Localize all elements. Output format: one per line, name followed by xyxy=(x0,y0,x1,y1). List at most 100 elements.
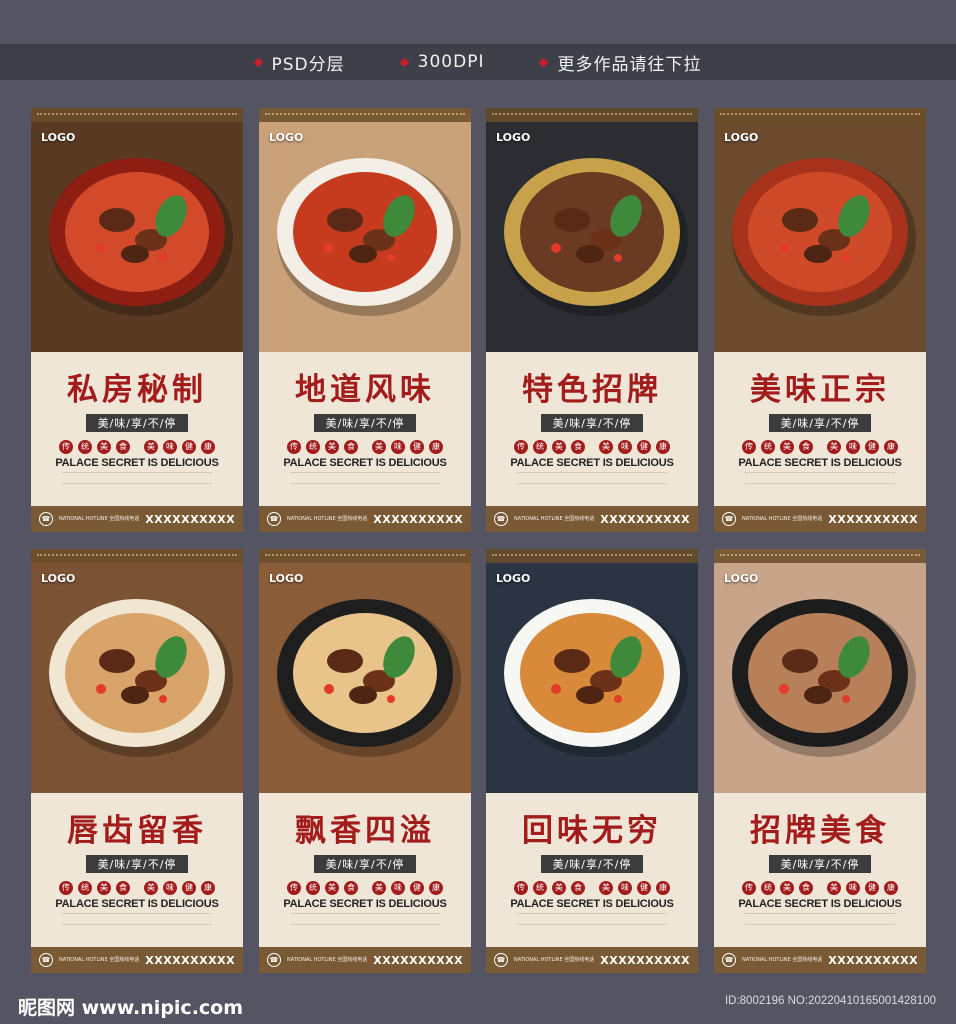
hotline-label: NATIONAL HOTLINE 全国热线电话 xyxy=(58,516,140,522)
info-item: PSD分层 xyxy=(253,50,345,75)
badge-row: 传统美食美味健康 xyxy=(259,881,471,895)
badge-char: 健 xyxy=(865,440,879,454)
info-text: PSD分层 xyxy=(271,54,345,75)
logo-text: LOGO xyxy=(41,131,76,144)
badge-row: 传统美食美味健康 xyxy=(259,440,471,454)
logo-text: LOGO xyxy=(496,131,531,144)
logo-text: LOGO xyxy=(724,572,759,585)
phone-icon: ☎ xyxy=(266,512,281,526)
poster-footer: ☎ NATIONAL HOTLINE 全国热线电话 XXXXXXXXXX xyxy=(486,947,698,973)
fine-print-lines xyxy=(290,913,440,925)
badge-char: 康 xyxy=(201,881,215,895)
poster-title: 特色招牌 xyxy=(522,372,662,408)
hotline-label: NATIONAL HOTLINE 全国热线电话 xyxy=(286,516,368,522)
english-slogan: PALACE SECRET IS DELICIOUS xyxy=(55,898,219,910)
decorative-border xyxy=(31,549,243,563)
hotline-label: NATIONAL HOTLINE 全国热线电话 xyxy=(513,957,595,963)
english-slogan: PALACE SECRET IS DELICIOUS xyxy=(510,457,674,469)
badge-char: 美 xyxy=(552,881,566,895)
phone-icon: ☎ xyxy=(493,512,508,526)
badge-char: 传 xyxy=(59,881,73,895)
english-slogan: PALACE SECRET IS DELICIOUS xyxy=(55,457,219,469)
badge-char: 传 xyxy=(287,881,301,895)
badge-char: 味 xyxy=(163,440,177,454)
badge-char: 康 xyxy=(201,440,215,454)
decorative-border xyxy=(259,108,471,122)
badge-char: 美 xyxy=(144,440,158,454)
badge-row: 传统美食美味健康 xyxy=(486,440,698,454)
phone-number: XXXXXXXXXX xyxy=(828,512,919,526)
phone-number: XXXXXXXXXX xyxy=(828,953,919,967)
poster-subtitle: 美/味/享/不/停 xyxy=(540,414,644,432)
badge-char: 美 xyxy=(372,881,386,895)
badge-char: 统 xyxy=(533,440,547,454)
english-slogan: PALACE SECRET IS DELICIOUS xyxy=(283,457,447,469)
info-item: 300DPI xyxy=(399,52,485,72)
badge-char: 康 xyxy=(884,881,898,895)
hotline-label: NATIONAL HOTLINE 全国热线电话 xyxy=(58,957,140,963)
logo: LOGO xyxy=(41,132,75,145)
poster-title: 私房秘制 xyxy=(67,372,207,408)
english-slogan: PALACE SECRET IS DELICIOUS xyxy=(510,898,674,910)
phone-icon: ☎ xyxy=(38,512,53,526)
badge-char: 美 xyxy=(780,440,794,454)
poster-card: LOGO 飘香四溢 美/味/享/不/停 传统美食美味健康 PALACE SECR… xyxy=(259,549,471,973)
badge-char: 美 xyxy=(552,440,566,454)
badge-char: 健 xyxy=(182,881,196,895)
info-text: 300DPI xyxy=(417,52,485,72)
hotline-label: NATIONAL HOTLINE 全国热线电话 xyxy=(513,516,595,522)
logo: LOGO xyxy=(496,132,530,145)
badge-char: 统 xyxy=(78,440,92,454)
fine-print-lines xyxy=(62,472,212,484)
decorative-border xyxy=(486,108,698,122)
poster-card: LOGO 特色招牌 美/味/享/不/停 传统美食美味健康 PALACE SECR… xyxy=(486,108,698,532)
badge-char: 传 xyxy=(59,440,73,454)
badge-char: 美 xyxy=(97,881,111,895)
phone-icon: ☎ xyxy=(266,953,281,967)
badge-char: 食 xyxy=(116,881,130,895)
site-watermark: 昵图网 www.nipic.com xyxy=(18,997,244,1019)
poster-subtitle: 美/味/享/不/停 xyxy=(85,414,189,432)
poster-card: LOGO 私房秘制 美/味/享/不/停 传统美食美味健康 PALACE SECR… xyxy=(31,108,243,532)
badge-row: 传统美食美味健康 xyxy=(714,881,926,895)
badge-char: 康 xyxy=(884,440,898,454)
badge-char: 美 xyxy=(780,881,794,895)
badge-char: 美 xyxy=(144,881,158,895)
poster-card: LOGO 唇齿留香 美/味/享/不/停 传统美食美味健康 PALACE SECR… xyxy=(31,549,243,973)
badge-char: 食 xyxy=(344,881,358,895)
phone-number: XXXXXXXXXX xyxy=(145,512,236,526)
logo: LOGO xyxy=(269,573,303,586)
poster-title: 回味无穷 xyxy=(522,813,662,849)
badge-char: 统 xyxy=(761,881,775,895)
phone-number: XXXXXXXXXX xyxy=(145,953,236,967)
logo: LOGO xyxy=(269,132,303,145)
bullet-icon xyxy=(539,57,549,67)
badge-char: 美 xyxy=(827,440,841,454)
phone-icon: ☎ xyxy=(721,953,736,967)
english-slogan: PALACE SECRET IS DELICIOUS xyxy=(738,898,902,910)
poster-subtitle: 美/味/享/不/停 xyxy=(768,414,872,432)
badge-char: 康 xyxy=(656,440,670,454)
info-text: 更多作品请往下拉 xyxy=(557,54,702,75)
badge-char: 康 xyxy=(656,881,670,895)
badge-char: 健 xyxy=(637,440,651,454)
bullet-icon xyxy=(253,57,263,67)
decorative-border xyxy=(31,108,243,122)
badge-char: 美 xyxy=(599,881,613,895)
logo-text: LOGO xyxy=(269,131,304,144)
poster-text-panel: 特色招牌 美/味/享/不/停 传统美食美味健康 PALACE SECRET IS… xyxy=(486,352,698,506)
badge-char: 味 xyxy=(391,881,405,895)
decorative-border xyxy=(714,549,926,563)
logo: LOGO xyxy=(496,573,530,586)
badge-char: 味 xyxy=(618,881,632,895)
badge-char: 美 xyxy=(325,881,339,895)
badge-char: 健 xyxy=(410,881,424,895)
badge-char: 食 xyxy=(116,440,130,454)
poster-text-panel: 唇齿留香 美/味/享/不/停 传统美食美味健康 PALACE SECRET IS… xyxy=(31,793,243,947)
poster-footer: ☎ NATIONAL HOTLINE 全国热线电话 XXXXXXXXXX xyxy=(486,506,698,532)
badge-char: 味 xyxy=(846,881,860,895)
badge-char: 味 xyxy=(618,440,632,454)
badge-row: 传统美食美味健康 xyxy=(486,881,698,895)
badge-char: 美 xyxy=(97,440,111,454)
logo: LOGO xyxy=(41,573,75,586)
